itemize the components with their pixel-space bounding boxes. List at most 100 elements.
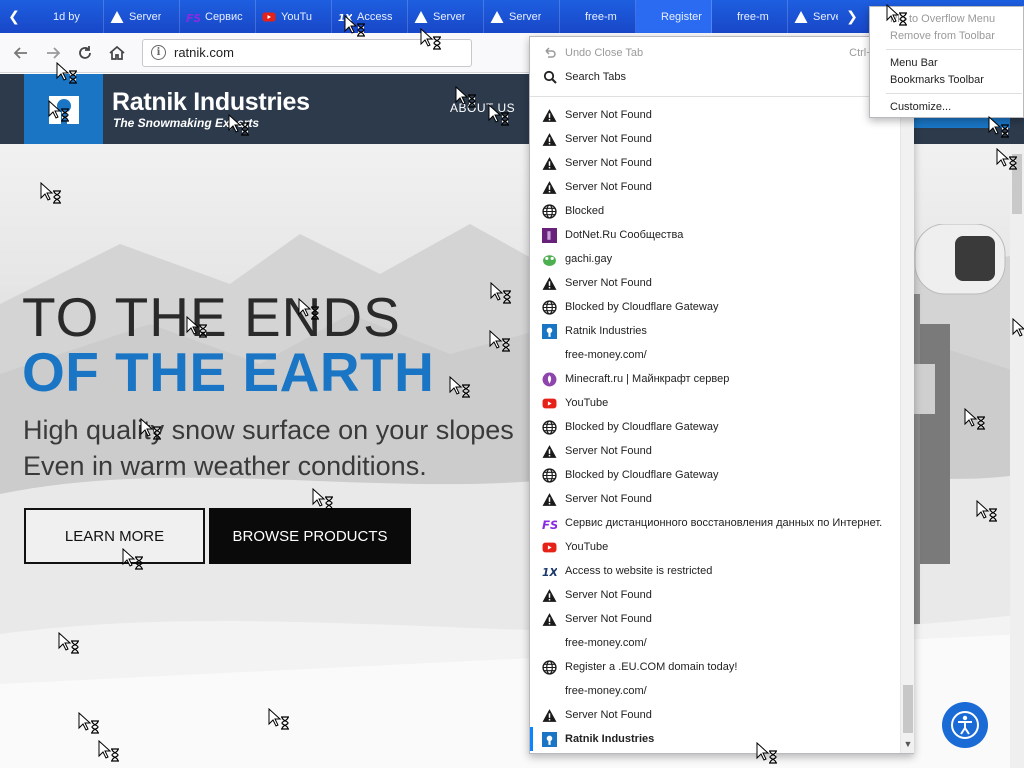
tabs-menu-item[interactable]: Server Not Found [530,103,900,127]
tab-label: YouTu [281,10,312,23]
brand-tagline: The Snowmaking Experts [113,116,260,130]
tabs-menu-item[interactable]: Ratnik Industries [530,727,900,751]
browser-tab[interactable]: Server [104,0,180,33]
globe-icon [542,467,557,483]
tabs-menu-scroll-thumb[interactable] [903,685,913,733]
scroll-down-arrow-icon[interactable]: ▼ [901,737,915,751]
tabs-menu-item[interactable]: 1X Access to website is restricted [530,559,900,583]
tabs-menu-scrollbar[interactable]: ▼ [900,37,914,753]
tabs-menu-item[interactable]: free-money.com/ [530,343,900,367]
hero-subheading-line1: High quality snow surface on your slopes [23,415,514,445]
tabs-menu-item-label: Ratnik Industries [565,733,655,745]
tabs-menu-item[interactable]: free-money.com/ [530,679,900,703]
warning-icon [542,108,557,123]
browser-tab[interactable]: free-m [560,0,636,33]
tabs-menu-item[interactable]: Server Not Found [530,271,900,295]
tab-label: Access [357,10,393,23]
all-tabs-menu: Undo Close Tab Ctrl+S Search Tabs Server… [529,36,914,754]
tabs-menu-item-label: gachi.gay [565,253,613,265]
tab-label: Server [129,10,162,23]
url-bar[interactable]: i ratnik.com [142,38,472,67]
tabs-menu-item[interactable]: Blocked by Cloudflare Gateway [530,463,900,487]
tabs-menu-item[interactable]: free-money.com/ [530,631,900,655]
warning-icon [414,10,428,24]
hero-heading-line2: OF THE EARTH [22,341,435,403]
pin-to-overflow-menu-item[interactable]: Pin to Overflow Menu [890,13,995,25]
warning-icon [542,132,557,147]
svg-text:1X: 1X [542,565,557,578]
browser-tab[interactable]: Register a [636,0,712,33]
remove-from-toolbar-item[interactable]: Remove from Toolbar [890,30,995,42]
accessibility-button[interactable] [942,702,988,748]
tabs-menu-item[interactable]: Register a .EU.COM domain today! [530,655,900,679]
back-button[interactable] [6,38,36,68]
warning-icon [542,276,557,291]
youtube-icon [542,540,557,555]
tabs-menu-item[interactable]: Server Not Found [530,607,900,631]
tabs-menu-item[interactable]: YouTube [530,391,900,415]
bookmarks-toolbar-item[interactable]: Bookmarks Toolbar [890,74,984,86]
page-scrollbar[interactable] [1010,144,1024,768]
browser-tab[interactable]: Server [408,0,484,33]
tabs-menu-item[interactable]: Server Not Found [530,583,900,607]
site-info-icon[interactable]: i [151,45,166,60]
menu-bar-item[interactable]: Menu Bar [890,57,938,69]
browser-tab[interactable]: 1d by [28,0,104,33]
tabs-menu-item[interactable]: gachi.gay [530,247,900,271]
tabs-menu-item[interactable]: Minecraft.ru | Майнкрафт сервер [530,367,900,391]
reload-button[interactable] [70,38,100,68]
tabs-menu-item[interactable]: YouTube [530,535,900,559]
warning-icon [542,180,557,195]
svg-text:FS: FS [186,12,200,24]
tabs-scroll-right-button[interactable]: ❯ [838,0,866,33]
browser-tab[interactable]: 1X Access [332,0,408,33]
tabs-menu-item-label: Server Not Found [565,493,652,505]
home-button[interactable] [102,38,132,68]
tab-favicon-placeholder [718,10,732,24]
tab-label: Register a [661,10,705,23]
tabs-menu-item-label: free-money.com/ [565,685,647,697]
tabs-menu-item[interactable]: Server Not Found [530,487,900,511]
tabs-menu-item-label: free-money.com/ [565,637,647,649]
tabs-menu-item[interactable]: Server Not Found [530,703,900,727]
browser-tab[interactable]: YouTu [256,0,332,33]
tabs-menu-item[interactable]: Ratnik Industries [530,319,900,343]
tab-label: free-m [737,10,769,23]
tabs-menu-item[interactable]: Server Not Found [530,127,900,151]
page-scroll-thumb[interactable] [1012,154,1022,214]
tabs-scroll-left-button[interactable]: ❮ [0,0,28,33]
tabs-menu-item[interactable]: Blocked by Cloudflare Gateway [530,295,900,319]
tabs-menu-item-label: Blocked [565,205,605,217]
globe-icon [542,659,557,675]
forward-arrow-icon [47,46,61,59]
nav-about-us[interactable]: ABOUT US [450,101,515,115]
search-tabs-item[interactable]: Search Tabs [530,65,900,89]
globe-icon [542,419,557,435]
warning-icon [542,444,557,459]
chevron-right-icon: ❯ [846,8,858,24]
undo-close-tab-item[interactable]: Undo Close Tab Ctrl+S [530,41,900,65]
tabs-menu-item[interactable]: Server Not Found [530,175,900,199]
tabs-menu-item[interactable]: Blocked [530,199,900,223]
customize-item[interactable]: Customize... [890,101,951,113]
tabs-menu-item[interactable]: Server Not Found [530,439,900,463]
tabs-menu-item-label: Register a .EU.COM domain today! [565,661,738,673]
browser-tab[interactable]: Server [788,0,838,33]
tabs-menu-item-label: Сервис дистанционного восстановления дан… [565,517,883,529]
tabs-menu-item[interactable]: Blocked by Cloudflare Gateway [530,415,900,439]
tabs-menu-item[interactable]: FS Сервис дистанционного восстановления д… [530,511,900,535]
warning-icon [542,588,557,603]
learn-more-button[interactable]: LEARN MORE [24,508,205,564]
tabs-menu-item[interactable]: Server Not Found [530,151,900,175]
brand-name[interactable]: Ratnik Industries [112,88,310,117]
tabs-menu-item[interactable]: DotNet.Ru Сообщества [530,223,900,247]
tabs-menu-item-label: Server Not Found [565,157,652,169]
undo-close-tab-label: Undo Close Tab [565,47,644,59]
ratnik-logo[interactable] [24,74,103,144]
home-icon [109,45,125,60]
browse-products-button[interactable]: BROWSE PRODUCTS [209,508,411,564]
browser-tab[interactable]: free-m [712,0,788,33]
forward-button[interactable] [38,38,68,68]
browser-tab[interactable]: FS Сервис [180,0,256,33]
browser-tab[interactable]: Server [484,0,560,33]
